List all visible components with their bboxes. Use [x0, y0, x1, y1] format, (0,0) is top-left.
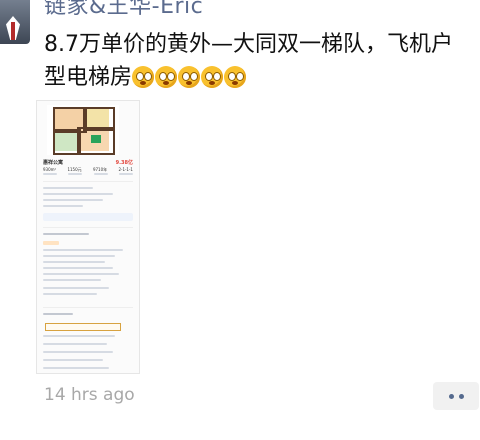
highlight-box — [45, 323, 121, 331]
flushed-face-emoji — [132, 66, 155, 88]
flushed-face-emoji — [201, 66, 224, 88]
more-dot-icon — [458, 393, 464, 399]
text-line — [43, 205, 83, 207]
text-line — [43, 335, 115, 337]
post-body: 8.7万单价的黄外—大同双一梯队，飞机户型电梯房 — [44, 32, 453, 90]
text-line — [43, 279, 101, 281]
text-line — [43, 273, 119, 275]
text-line — [43, 367, 109, 369]
listing-title: 惠祥公寓 — [43, 160, 64, 166]
attached-image[interactable]: 惠祥公寓 9.38亿 930m² 1150元 9710年 2-1-1-1 — [36, 100, 140, 374]
text-line — [43, 199, 103, 201]
floorplan-image — [47, 105, 119, 155]
text-line — [43, 261, 105, 263]
divider — [43, 307, 133, 308]
text-line — [43, 293, 97, 295]
avatar-tie — [11, 22, 15, 40]
flushed-face-emoji — [224, 66, 247, 88]
avatar[interactable] — [0, 0, 30, 44]
emoji-row — [132, 65, 247, 90]
flushed-face-emoji — [178, 66, 201, 88]
more-dot-icon — [448, 393, 454, 399]
divider — [43, 227, 133, 228]
text-line — [43, 255, 115, 257]
text-line — [43, 187, 93, 189]
listing-price: 9.38亿 — [115, 160, 133, 166]
tag — [43, 241, 59, 245]
author-name[interactable]: 链家&王华-Eric — [44, 0, 203, 20]
post-timestamp: 14 hrs ago — [44, 385, 135, 405]
text-line — [43, 287, 109, 289]
section-heading-line — [43, 233, 89, 235]
text-line — [43, 193, 113, 195]
text-line — [43, 351, 113, 353]
listing-sub-labels — [43, 173, 133, 175]
section-heading-line — [43, 313, 73, 315]
text-line — [43, 359, 103, 361]
more-options-button[interactable] — [433, 382, 479, 410]
thumbnail-banner — [43, 213, 133, 221]
text-line — [43, 267, 113, 269]
divider — [43, 181, 133, 182]
text-line — [43, 249, 123, 251]
text-line — [43, 343, 107, 345]
post-text: 8.7万单价的黄外—大同双一梯队，飞机户型电梯房 — [44, 28, 474, 94]
flushed-face-emoji — [155, 66, 178, 88]
